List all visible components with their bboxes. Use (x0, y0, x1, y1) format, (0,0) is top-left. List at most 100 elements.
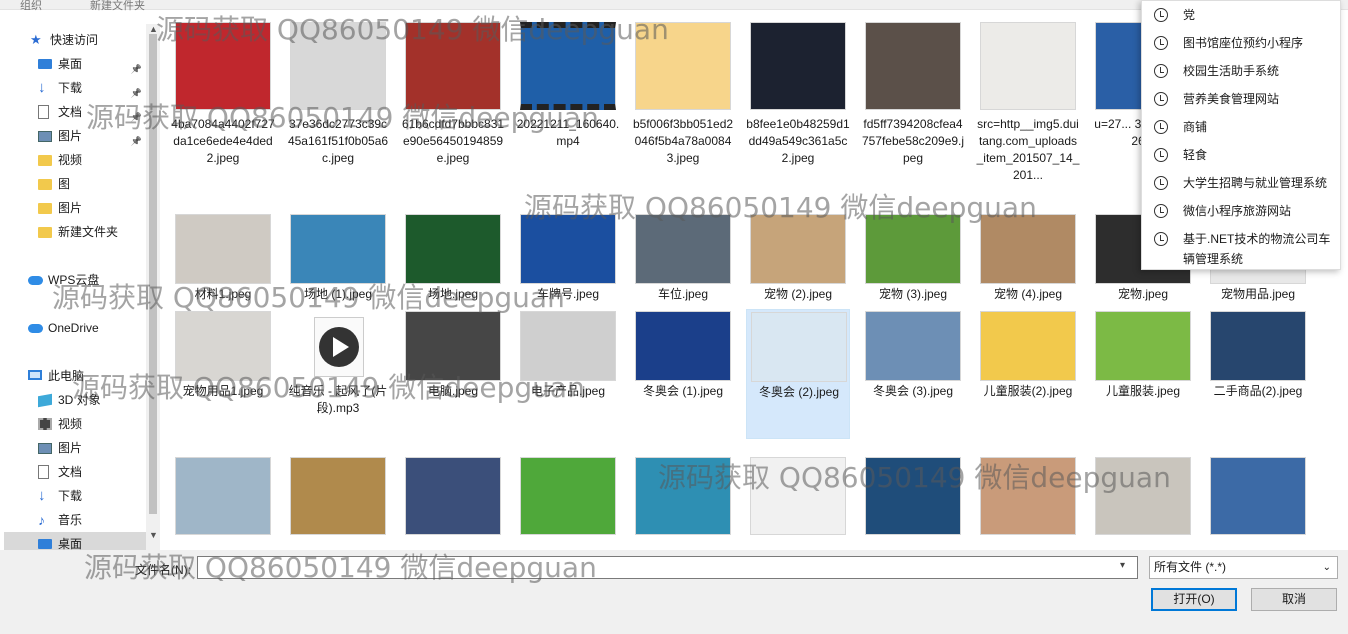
sidebar-item-label: 3D 对象 (58, 393, 101, 407)
filename-dropdown-icon[interactable]: ▾ (1120, 560, 1125, 571)
file-tile[interactable] (976, 447, 1080, 546)
sidebar-item[interactable]: 视频 (4, 412, 146, 436)
file-tile[interactable]: 二手商品(2).jpeg (1206, 309, 1310, 439)
file-tile[interactable] (286, 447, 390, 546)
file-tile[interactable]: 61b6cdfd7bbbc831e90e56450194859e.jpeg (401, 16, 505, 196)
sidebar-item[interactable]: ↓ 下载 📌 (4, 76, 146, 100)
sidebar-item[interactable]: 此电脑 (4, 364, 146, 388)
organize-menu[interactable]: 组织 (20, 0, 42, 13)
file-name: 宠物用品.jpeg (1220, 287, 1296, 301)
file-thumbnail (290, 457, 386, 535)
file-tile[interactable]: b8fee1e0b48259d1dd49a549c361a5c2.jpeg (746, 16, 850, 196)
navigation-scrollbar[interactable]: ▲ ▼ (146, 24, 160, 550)
cloud-icon (28, 276, 43, 285)
file-tile[interactable]: 冬奥会 (3).jpeg (861, 309, 965, 439)
computer-icon (28, 370, 42, 380)
file-tile[interactable]: 儿童服装.jpeg (1091, 309, 1195, 439)
download-icon: ↓ (38, 79, 46, 96)
file-tile[interactable]: 37e36dc2773c39c45a161f51f0b05a6c.jpeg (286, 16, 390, 196)
sidebar-item[interactable]: ↓ 下载 (4, 484, 146, 508)
filename-input[interactable] (197, 556, 1138, 579)
file-name: 二手商品(2).jpeg (1213, 384, 1303, 398)
file-name: 冬奥会 (2).jpeg (758, 385, 840, 399)
file-tile[interactable] (401, 447, 505, 546)
open-button[interactable]: 打开(O) (1151, 588, 1237, 611)
scroll-up-arrow-icon[interactable]: ▲ (149, 24, 158, 34)
file-tile[interactable]: 纯音乐 - 起风了(片段).mp3 (286, 309, 390, 439)
navigation-pane: ★ 快速访问 桌面 📌 ↓ 下载 📌 文档 📌 图片 📌 视频图图片 新建文件夹 WPS云盘 OneDriv… (0, 24, 160, 575)
file-tile[interactable]: 宠物用品1.jpeg (171, 309, 275, 439)
history-icon (1154, 148, 1168, 162)
recent-item-label: 商铺 (1183, 120, 1208, 134)
sidebar-item[interactable]: 桌面 📌 (4, 52, 146, 76)
recent-item-label: 图书馆座位预约小程序 (1183, 36, 1304, 50)
sidebar-item[interactable]: WPS云盘 (4, 268, 146, 292)
history-icon (1154, 232, 1168, 246)
sidebar-item-label: OneDrive (48, 321, 99, 335)
sidebar-item[interactable]: ♪ 音乐 (4, 508, 146, 532)
file-name: 4ba7084a4402f727da1ce6ede4e4ded2.jpeg (171, 117, 275, 165)
sidebar-item-label: 视频 (58, 417, 83, 431)
file-name: 车牌号.jpeg (536, 287, 600, 301)
scrollbar-thumb[interactable] (149, 34, 157, 514)
sidebar-item[interactable]: 图片 (4, 196, 146, 220)
sidebar-item[interactable]: 新建文件夹 (4, 220, 146, 244)
file-tile[interactable]: fd5ff7394208cfea4757febe58c209e9.jpeg (861, 16, 965, 196)
file-name: 宠物用品1.jpeg (182, 384, 264, 398)
file-tile[interactable]: 电脑.jpeg (401, 309, 505, 439)
sidebar-item-label: 快速访问 (50, 33, 99, 47)
file-name: 儿童服装(2).jpeg (983, 384, 1073, 398)
file-thumbnail (750, 214, 846, 284)
sidebar-item[interactable]: ★ 快速访问 (4, 28, 146, 52)
file-tile[interactable]: src=http__img5.duitang.com_uploads_item_… (976, 16, 1080, 196)
sidebar-item-label: 下载 (58, 489, 83, 503)
file-thumbnail (405, 457, 501, 535)
file-tile[interactable]: 冬奥会 (2).jpeg (746, 309, 850, 439)
history-icon (1154, 8, 1168, 22)
video-icon (38, 418, 52, 430)
history-icon (1154, 120, 1168, 134)
navigation-list: ★ 快速访问 桌面 📌 ↓ 下载 📌 文档 📌 图片 📌 视频图图片 新建文件夹 WPS云盘 OneDriv… (4, 28, 146, 580)
file-name: fd5ff7394208cfea4757febe58c209e9.jpeg (861, 117, 965, 165)
file-tile[interactable]: 冬奥会 (1).jpeg (631, 309, 735, 439)
file-thumbnail (175, 22, 271, 110)
sidebar-item[interactable]: 图片 📌 (4, 124, 146, 148)
file-tile[interactable]: 20221211_160640.mp4 (516, 16, 620, 196)
folder-icon (38, 227, 52, 238)
file-thumbnail (980, 311, 1076, 381)
file-tile[interactable] (746, 447, 850, 546)
sidebar-item[interactable]: 文档 📌 (4, 100, 146, 124)
file-tile[interactable] (171, 447, 275, 546)
history-icon (1154, 36, 1168, 50)
sidebar-item-label: 图 (58, 177, 71, 191)
sidebar-item[interactable]: 图 (4, 172, 146, 196)
file-tile[interactable]: b5f006f3bb051ed2046f5b4a78a00843.jpeg (631, 16, 735, 196)
file-tile[interactable] (1091, 447, 1195, 546)
file-tile[interactable]: 儿童服装(2).jpeg (976, 309, 1080, 439)
file-tile[interactable]: 4ba7084a4402f727da1ce6ede4e4ded2.jpeg (171, 16, 275, 196)
sidebar-item[interactable]: 视频 (4, 148, 146, 172)
new-folder-button[interactable]: 新建文件夹 (90, 0, 145, 13)
sidebar-item[interactable]: 3D 对象 (4, 388, 146, 412)
filetype-select[interactable]: 所有文件 (*.*) ⌄ (1149, 556, 1338, 579)
file-thumbnail (175, 311, 271, 381)
file-thumbnail (750, 457, 846, 535)
sidebar-item[interactable]: OneDrive (4, 316, 146, 340)
file-thumbnail (405, 22, 501, 110)
file-thumbnail (865, 22, 961, 110)
file-tile[interactable] (1206, 447, 1310, 546)
file-name: 61b6cdfd7bbbc831e90e56450194859e.jpeg (401, 117, 505, 165)
file-tile[interactable] (631, 447, 735, 546)
scroll-down-arrow-icon[interactable]: ▼ (149, 530, 158, 540)
sidebar-item[interactable]: 文档 (4, 460, 146, 484)
sidebar-item[interactable]: 图片 (4, 436, 146, 460)
file-thumbnail (635, 214, 731, 284)
file-tile[interactable]: 电子产品.jpeg (516, 309, 620, 439)
recent-item-label: 营养美食管理网站 (1183, 92, 1280, 106)
file-tile[interactable] (861, 447, 965, 546)
file-name: 宠物 (3).jpeg (878, 287, 948, 301)
sidebar-item-label: WPS云盘 (48, 273, 100, 287)
chevron-down-icon: ⌄ (1322, 562, 1331, 573)
cancel-button[interactable]: 取消 (1251, 588, 1337, 611)
file-tile[interactable] (516, 447, 620, 546)
